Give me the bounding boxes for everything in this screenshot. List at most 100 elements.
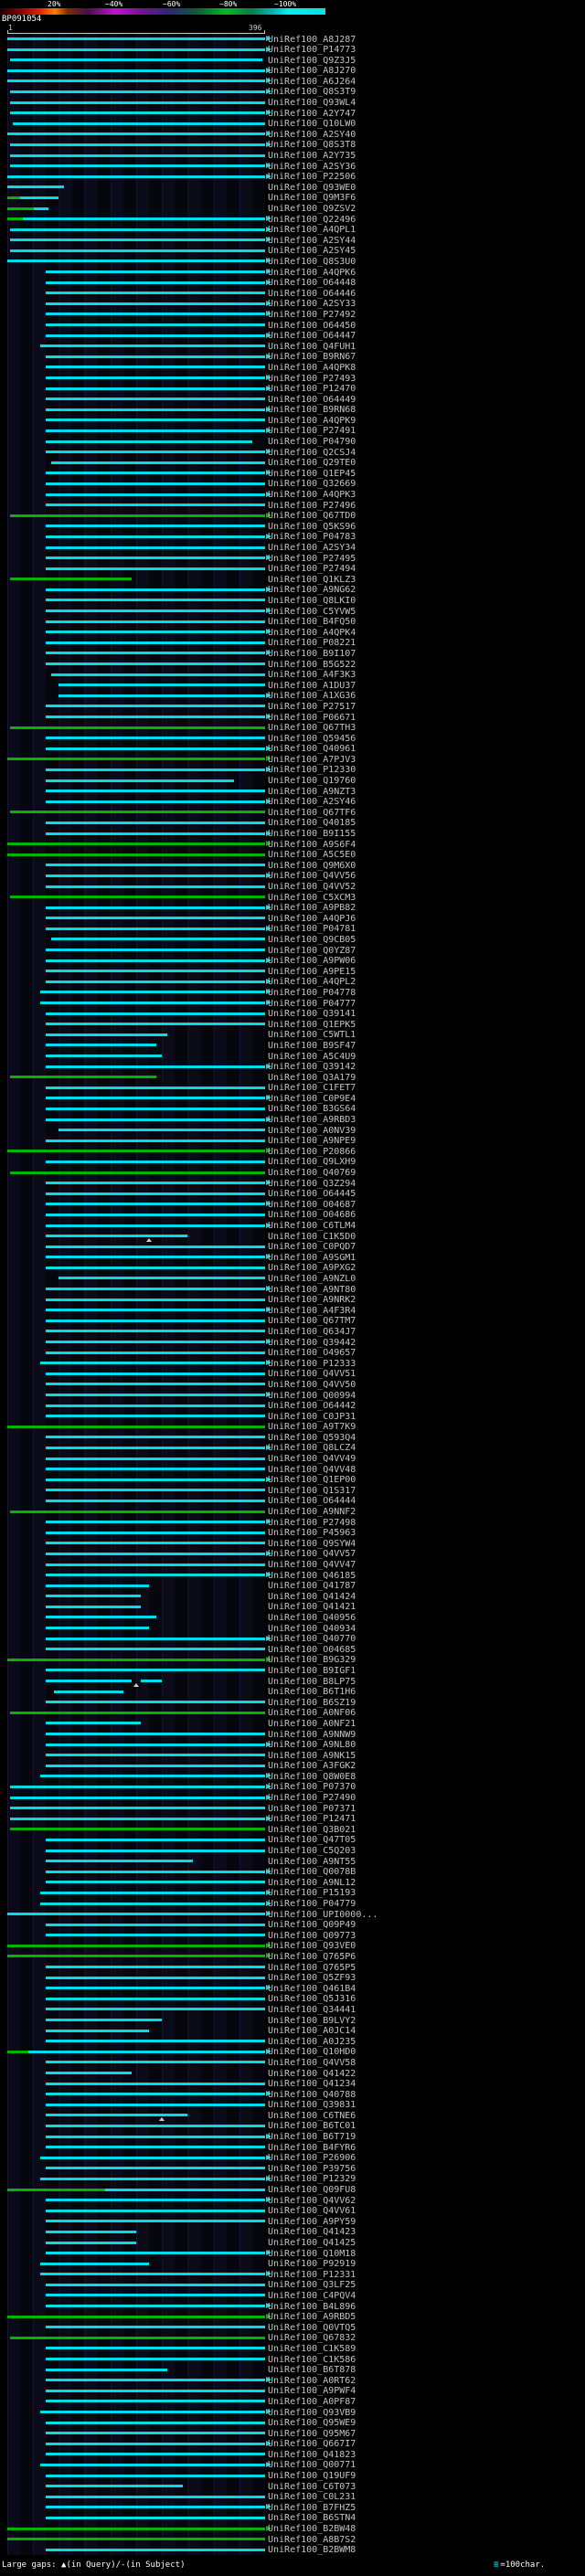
hit-label[interactable]: UniRef100_B9G329	[268, 1656, 356, 1665]
alignment-bar[interactable]	[7, 843, 265, 846]
alignment-bar[interactable]	[46, 631, 265, 634]
hit-label[interactable]: UniRef100_A5C5E0	[268, 851, 356, 860]
alignment-bar[interactable]	[46, 1415, 265, 1418]
alignment-bar[interactable]	[27, 2050, 265, 2053]
hit-label[interactable]: UniRef100_Q4VV47	[268, 1561, 356, 1570]
alignment-bar[interactable]	[46, 2124, 265, 2127]
hit-label[interactable]: UniRef100_A0PF87	[268, 2397, 356, 2407]
alignment-bar[interactable]	[46, 1701, 265, 1704]
hit-label[interactable]: UniRef100_Q9M6X0	[268, 861, 356, 871]
alignment-bar[interactable]	[46, 1838, 265, 1841]
hit-label[interactable]: UniRef100_A4F3K3	[268, 671, 356, 680]
alignment-bar[interactable]	[46, 1574, 265, 1577]
alignment-bar[interactable]	[58, 684, 265, 687]
alignment-bar[interactable]	[9, 1828, 265, 1831]
alignment-bar[interactable]	[46, 1764, 265, 1767]
hit-label[interactable]: UniRef100_Q1EPK5	[268, 1020, 356, 1030]
hit-label[interactable]: UniRef100_P26906	[268, 2154, 356, 2163]
hit-label[interactable]: UniRef100_A0NF21	[268, 1719, 356, 1729]
hit-label[interactable]: UniRef100_Q9Z3J5	[268, 56, 356, 66]
alignment-bar[interactable]	[46, 313, 265, 316]
alignment-bar[interactable]	[46, 832, 265, 835]
hit-label[interactable]: UniRef100_A0J235	[268, 2037, 356, 2047]
alignment-bar[interactable]	[46, 1097, 265, 1100]
hit-label[interactable]: UniRef100_Q40934	[268, 1624, 356, 1634]
alignment-bar[interactable]	[9, 101, 265, 104]
alignment-bar[interactable]	[46, 1733, 265, 1735]
alignment-bar[interactable]	[7, 1955, 265, 1958]
hit-label[interactable]: UniRef100_P27496	[268, 501, 356, 511]
alignment-bar[interactable]	[40, 1902, 265, 1905]
alignment-bar[interactable]	[46, 1182, 265, 1185]
hit-label[interactable]: UniRef100_A9NT80	[268, 1285, 356, 1295]
alignment-bar[interactable]	[7, 2050, 28, 2053]
hit-label[interactable]: UniRef100_O04687	[268, 1200, 356, 1210]
alignment-bar[interactable]	[46, 1107, 265, 1110]
hit-label[interactable]: UniRef100_Q39142	[268, 1063, 356, 1072]
alignment-bar[interactable]	[46, 1033, 167, 1036]
alignment-bar[interactable]	[46, 1139, 265, 1142]
hit-label[interactable]: UniRef100_O64444	[268, 1497, 356, 1506]
alignment-bar[interactable]	[46, 302, 265, 305]
hit-label[interactable]: UniRef100_Q1EP45	[268, 469, 356, 479]
alignment-bar[interactable]	[46, 2241, 136, 2244]
hit-label[interactable]: UniRef100_A7PJV3	[268, 755, 356, 765]
alignment-bar[interactable]	[46, 419, 265, 422]
hit-label[interactable]: UniRef100_B6TC01	[268, 2122, 356, 2131]
hit-label[interactable]: UniRef100_A4QPL1	[268, 226, 356, 235]
hit-label[interactable]: UniRef100_Q2CSJ4	[268, 448, 356, 458]
alignment-bar[interactable]	[46, 2400, 265, 2403]
alignment-bar[interactable]	[46, 906, 265, 909]
hit-label[interactable]: UniRef100_C5WTL1	[268, 1031, 356, 1040]
alignment-bar[interactable]	[46, 1595, 142, 1598]
hit-label[interactable]: UniRef100_O64446	[268, 289, 356, 299]
hit-label[interactable]: UniRef100_Q41787	[268, 1582, 356, 1591]
hit-label[interactable]: UniRef100_C4PQV4	[268, 2291, 356, 2301]
hit-label[interactable]: UniRef100_B4L896	[268, 2302, 356, 2312]
hit-label[interactable]: UniRef100_P12330	[268, 766, 356, 775]
alignment-bar[interactable]	[46, 2252, 265, 2255]
alignment-bar[interactable]	[46, 429, 265, 432]
alignment-bar[interactable]	[46, 323, 265, 327]
hit-label[interactable]: UniRef100_Q9ZSV2	[268, 205, 356, 214]
hit-label[interactable]: UniRef100_P04783	[268, 533, 356, 542]
alignment-bar[interactable]	[46, 482, 265, 485]
alignment-bar[interactable]	[7, 853, 265, 856]
alignment-bar[interactable]	[46, 864, 265, 867]
hit-label[interactable]: UniRef100_P14773	[268, 46, 356, 55]
hit-label[interactable]: UniRef100_Q00994	[268, 1391, 356, 1401]
alignment-bar[interactable]	[46, 1012, 265, 1015]
hit-label[interactable]: UniRef100_A2Y735	[268, 152, 356, 161]
hit-label[interactable]: UniRef100_A9NNF2	[268, 1508, 356, 1517]
alignment-bar[interactable]	[40, 2463, 265, 2466]
alignment-bar[interactable]	[9, 578, 132, 581]
alignment-bar[interactable]	[46, 885, 265, 888]
hit-label[interactable]: UniRef100_Q09P49	[268, 1921, 356, 1930]
alignment-bar[interactable]	[46, 451, 265, 454]
alignment-bar[interactable]	[46, 1298, 265, 1301]
hit-label[interactable]: UniRef100_A9NNW9	[268, 1730, 356, 1740]
alignment-bar[interactable]	[46, 2506, 265, 2509]
alignment-bar[interactable]	[9, 896, 265, 899]
hit-label[interactable]: UniRef100_Q59456	[268, 734, 356, 744]
alignment-bar[interactable]	[46, 2305, 265, 2308]
hit-label[interactable]: UniRef100_A9PE15	[268, 967, 356, 977]
hit-label[interactable]: UniRef100_O64442	[268, 1402, 356, 1411]
hit-label[interactable]: UniRef100_P27491	[268, 427, 356, 436]
hit-label[interactable]: UniRef100_P12329	[268, 2175, 356, 2184]
alignment-bar[interactable]	[46, 1192, 265, 1195]
hit-label[interactable]: UniRef100_P12471	[268, 1815, 356, 1824]
alignment-bar[interactable]	[46, 821, 265, 824]
alignment-bar[interactable]	[46, 1309, 265, 1312]
alignment-bar[interactable]	[46, 270, 265, 274]
alignment-bar[interactable]	[46, 800, 265, 803]
hit-label[interactable]: UniRef100_Q40770	[268, 1635, 356, 1644]
hit-label[interactable]: UniRef100_C0JP31	[268, 1412, 356, 1422]
hit-label[interactable]: UniRef100_A2SY44	[268, 236, 356, 246]
alignment-bar[interactable]	[46, 567, 265, 570]
alignment-bar[interactable]	[46, 1987, 265, 1990]
alignment-bar[interactable]	[7, 207, 34, 210]
hit-label[interactable]: UniRef100_Q0VTQ5	[268, 2323, 356, 2333]
alignment-bar[interactable]	[46, 768, 265, 771]
alignment-bar[interactable]	[46, 1266, 265, 1269]
